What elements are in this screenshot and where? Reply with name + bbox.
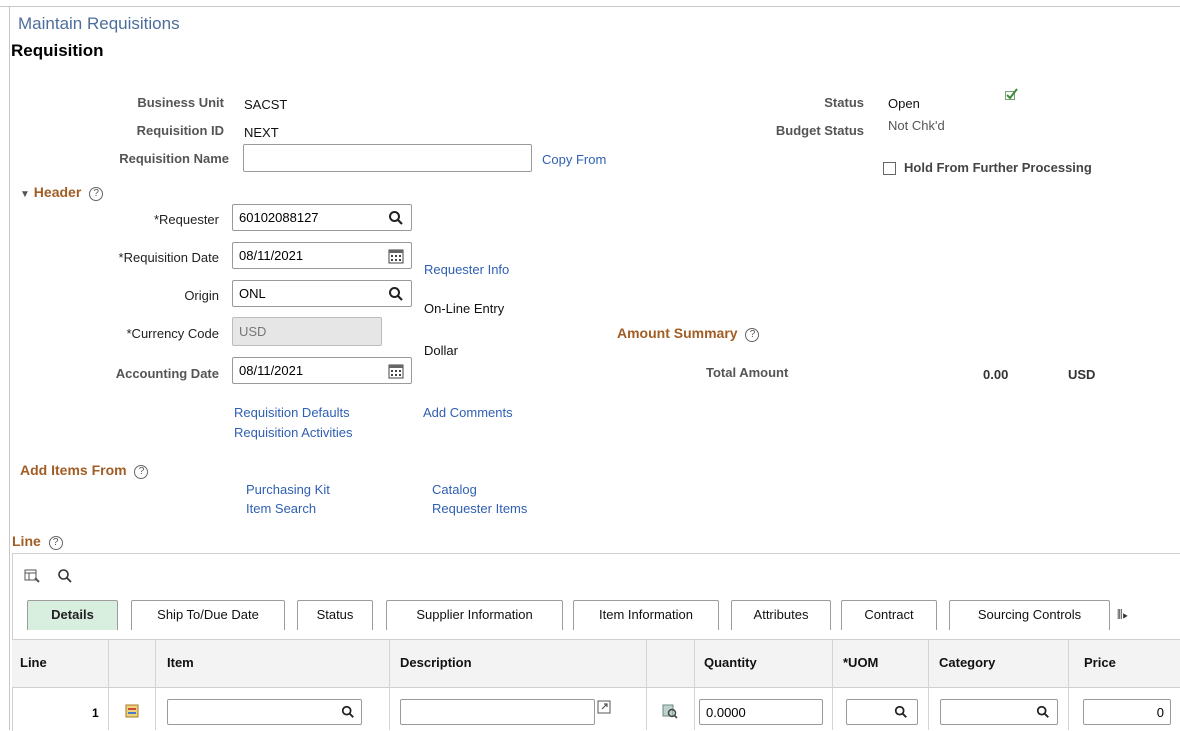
requisition-activities-link[interactable]: Requisition Activities [234, 425, 353, 440]
description-input[interactable] [400, 699, 595, 725]
search-icon[interactable] [57, 568, 73, 584]
requisition-name-input[interactable] [243, 144, 532, 172]
page-left-border [9, 6, 10, 730]
search-icon[interactable] [1036, 705, 1050, 719]
calendar-icon[interactable] [388, 363, 404, 379]
page-subtitle: Requisition [11, 41, 104, 60]
copy-from-link[interactable]: Copy From [542, 152, 606, 167]
price-input[interactable] [1083, 699, 1171, 725]
tab-sourcing-controls[interactable]: Sourcing Controls [949, 600, 1110, 630]
hold-label: Hold From Further Processing [904, 160, 1092, 175]
col-header-line: Line [20, 655, 47, 670]
status-value: Open [888, 96, 920, 111]
requester-info-link[interactable]: Requester Info [424, 262, 509, 277]
requester-input[interactable] [232, 204, 412, 231]
column-separator [646, 640, 647, 730]
currency-code-input [232, 317, 382, 346]
requisition-id-label: Requisition ID [136, 123, 224, 138]
budget-status-value: Not Chk'd [888, 118, 945, 133]
column-separator [928, 640, 929, 730]
total-amount-label: Total Amount [706, 365, 789, 380]
catalog-link[interactable]: Catalog [432, 482, 477, 497]
total-amount-currency: USD [1068, 367, 1096, 382]
header-section-toggle[interactable]: ▼ Header ? [20, 184, 104, 201]
requisition-date-input[interactable] [232, 242, 412, 269]
tab-item-information[interactable]: Item Information [573, 600, 719, 630]
col-header-price: Price [1084, 655, 1116, 670]
row-line-number: 1 [92, 706, 99, 720]
grid-personalize-icon[interactable] [24, 569, 40, 583]
tab-attributes[interactable]: Attributes [731, 600, 831, 630]
column-separator [389, 640, 390, 730]
header-section-label: Header [33, 184, 82, 200]
requisition-defaults-link[interactable]: Requisition Defaults [234, 405, 350, 420]
col-header-uom: *UOM [843, 655, 879, 670]
col-header-quantity: Quantity [704, 655, 757, 670]
origin-label: Origin [184, 288, 219, 303]
add-items-title: Add Items From ? [20, 462, 149, 479]
item-input[interactable] [167, 699, 362, 725]
line-detail-icon[interactable] [125, 704, 141, 718]
total-amount-value: 0.00 [983, 367, 1009, 382]
line-section-label: Line [12, 533, 41, 549]
tab-ship-to-due-date[interactable]: Ship To/Due Date [131, 600, 285, 630]
page-title: Maintain Requisitions [18, 14, 180, 33]
more-tabs-icon[interactable]: ⫴▸ [1117, 607, 1128, 623]
hold-checkbox[interactable] [883, 162, 896, 175]
checkmark-icon [1005, 88, 1019, 100]
item-detail-icon[interactable] [662, 703, 678, 719]
requisition-date-label: *Requisition Date [118, 250, 219, 265]
col-header-description: Description [400, 655, 472, 670]
currency-description: Dollar [424, 343, 458, 358]
search-icon[interactable] [894, 705, 908, 719]
search-icon[interactable] [388, 286, 404, 302]
origin-description: On-Line Entry [424, 301, 505, 316]
requester-label: *Requester [153, 212, 219, 227]
tab-supplier-information[interactable]: Supplier Information [386, 600, 563, 630]
expand-text-icon[interactable] [597, 700, 611, 714]
col-header-category: Category [939, 655, 996, 670]
calendar-icon[interactable] [388, 248, 404, 264]
line-section-title: Line ? [12, 533, 63, 550]
column-separator [155, 640, 156, 730]
help-icon[interactable]: ? [745, 328, 760, 342]
amount-summary-label: Amount Summary [617, 325, 738, 341]
column-separator [108, 640, 109, 730]
tab-details[interactable]: Details [27, 600, 118, 630]
requester-items-link[interactable]: Requester Items [432, 501, 527, 516]
column-separator [694, 640, 695, 730]
add-items-label: Add Items From [20, 462, 127, 478]
help-icon[interactable]: ? [48, 536, 63, 550]
chevron-down-icon: ▼ [20, 189, 30, 200]
business-unit-label: Business Unit [137, 95, 224, 110]
column-separator [1068, 640, 1069, 730]
column-separator [832, 640, 833, 730]
requisition-id-value: NEXT [244, 125, 279, 140]
search-icon[interactable] [341, 705, 355, 719]
status-label: Status [824, 95, 864, 110]
origin-input[interactable] [232, 280, 412, 307]
col-header-item: Item [167, 655, 194, 670]
purchasing-kit-link[interactable]: Purchasing Kit [246, 482, 330, 497]
help-icon[interactable]: ? [89, 187, 104, 201]
tab-status[interactable]: Status [297, 600, 373, 630]
help-icon[interactable]: ? [134, 465, 149, 479]
accounting-date-input[interactable] [232, 357, 412, 384]
amount-summary-title: Amount Summary ? [617, 325, 760, 342]
budget-status-label: Budget Status [775, 123, 864, 138]
tab-contract[interactable]: Contract [841, 600, 937, 630]
page-top-border [0, 6, 1180, 7]
quantity-input[interactable] [699, 699, 823, 725]
currency-code-label: *Currency Code [126, 326, 220, 341]
add-comments-link[interactable]: Add Comments [423, 405, 513, 420]
accounting-date-label: Accounting Date [115, 366, 219, 381]
search-icon[interactable] [388, 210, 404, 226]
requisition-name-label: Requisition Name [119, 151, 229, 166]
item-search-link[interactable]: Item Search [246, 501, 316, 516]
business-unit-value: SACST [244, 97, 288, 112]
